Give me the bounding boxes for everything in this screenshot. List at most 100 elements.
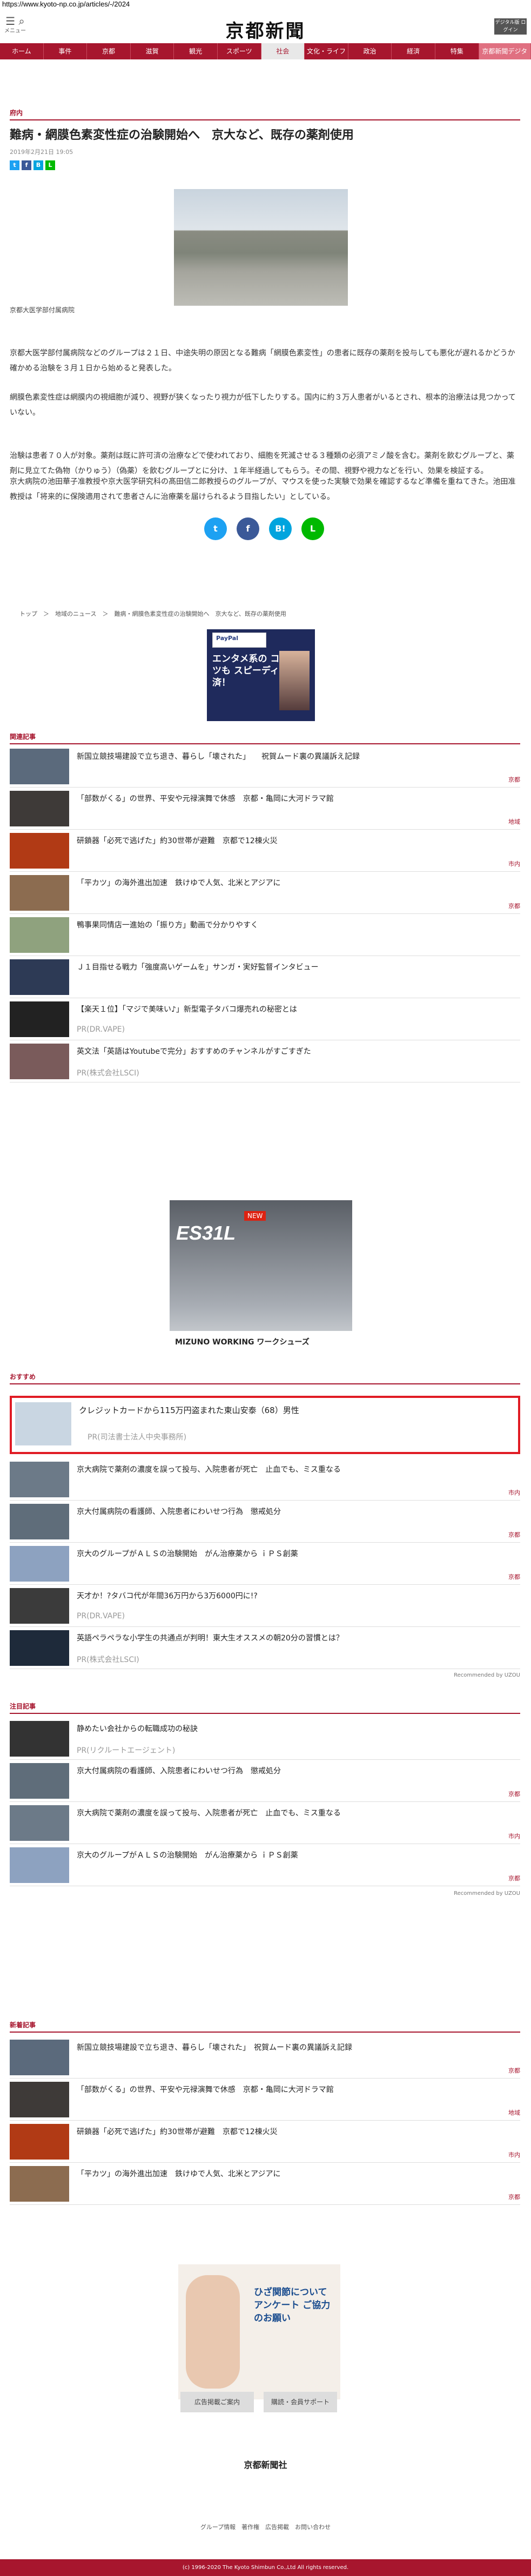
list-item[interactable]: 静めたい会社からの転職成功の秘訣 PR(リクルートエージェント) [10,1718,520,1760]
item-title[interactable]: 天才か！?タバコ代が年間36万円から3万6000円に!? [77,1590,258,1601]
footer-links[interactable]: グループ情報 著作権 広告掲載 お問い合わせ [0,2523,531,2531]
list-item[interactable]: 「部数がくる」の世界、平安や元禄演舞で休感 京都・亀岡に大河ドラマ館地域 [10,788,520,830]
list-item[interactable]: 京大のグループがＡＬＳの治験開始 がん治療薬から ｉＰＳ創薬京都 [10,1844,520,1886]
nav-item[interactable]: 経済 [392,43,435,59]
item-title[interactable]: 京大病院で薬剤の濃度を誤って投与、入院患者が死亡 止血でも、ミス重なる [77,1464,341,1475]
nav-item-digital[interactable]: 京都新聞デジタル [479,43,531,71]
thumbnail [10,959,69,995]
item-title[interactable]: 新国立競技場建設で立ち退き、暮らし「壊された」 祝賀ムード裏の異議訴え記録 [77,2042,352,2053]
list-item[interactable]: 「平カツ」の海外進出加速 鉄けゆで人気、北米とアジアに京都 [10,872,520,914]
item-tag[interactable]: 地域 [508,817,520,826]
item-title[interactable]: クレジットカードから115万円盗まれた東山安泰（68）男性 [79,1404,299,1416]
list-item[interactable]: 英文法「英語はYoutubeで完分」おすすめのチャンネルがすごすぎた PR(株式会… [10,1040,520,1082]
item-title[interactable]: Ｊ１目指せる戦力「強度高いゲームを」サンガ・実好監督インタビュー [77,961,319,972]
item-title[interactable]: 新国立競技場建設で立ち退き、暮らし「壊された」 祝賀ムード裏の異議訴え記録 [77,751,360,762]
list-item[interactable]: 「平カツ」の海外進出加速 鉄けゆで人気、北米とアジアに京都 [10,2163,520,2205]
item-tag[interactable]: 京都 [508,1790,520,1798]
item-tag[interactable]: 京都 [508,1572,520,1581]
list-item[interactable]: 京大のグループがＡＬＳの治験開始 がん治療薬から ｉＰＳ創薬京都 [10,1543,520,1585]
highlighted-ad[interactable]: クレジットカードから115万円盗まれた東山安泰（68）男性 PR(司法書士法人中… [10,1396,520,1454]
breadcrumb[interactable]: トップ ＞ 地域のニュース ＞ 難病・網膜色素変性症の治験開始へ 京大など、既存… [19,609,286,618]
list-item[interactable]: 天才か！?タバコ代が年間36万円から3万6000円に!? PR(DR.VAPE) [10,1585,520,1627]
item-title[interactable]: 英文法「英語はYoutubeで完分」おすすめのチャンネルがすごすぎた [77,1046,311,1057]
line-icon[interactable]: L [301,517,324,540]
item-title[interactable]: 「部数がくる」の世界、平安や元禄演舞で休感 京都・亀岡に大河ドラマ館 [77,793,334,804]
list-item[interactable]: 鴨事果同情店一進始の「振り方」動画で分かりやすく [10,914,520,956]
line-icon[interactable]: L [45,160,55,170]
list-item[interactable]: 新国立競技場建設で立ち退き、暮らし「壊された」 祝賀ムード裏の異議訴え記録京都 [10,2036,520,2079]
item-title[interactable]: 京大病院で薬剤の濃度を誤って投与、入院患者が死亡 止血でも、ミス重なる [77,1807,341,1818]
item-title[interactable]: 鴨事果同情店一進始の「振り方」動画で分かりやすく [77,919,258,930]
list-item[interactable]: 英語ペラペラな小学生の共通点が判明！東大生オススメの朝20分の習慣とは？ PR(株… [10,1627,520,1669]
nav-item[interactable]: ホーム [0,43,44,59]
item-title[interactable]: 京大付属病院の看護師、入院患者にわいせつ行為 懲戒処分 [77,1506,281,1517]
list-item[interactable]: 京大付属病院の看護師、入院患者にわいせつ行為 懲戒処分京都 [10,1760,520,1802]
photo-caption: 京都大医学部付属病院 [10,306,75,314]
item-title[interactable]: 京大のグループがＡＬＳの治験開始 がん治療薬から ｉＰＳ創薬 [77,1849,298,1860]
ad-info-button[interactable]: 広告掲載ご案内 [180,2392,254,2412]
nav-item[interactable]: 事件 [44,43,88,59]
list-item[interactable]: 研鎖器「必死で逃げた」約30世帯が避難 京都で12棟火災市内 [10,2121,520,2163]
thumbnail [10,833,69,869]
item-title[interactable]: 研鎖器「必死で逃げた」約30世帯が避難 京都で12棟火災 [77,835,278,846]
article-paragraph: 網膜色素変性症は網膜内の視細胞が減り、視野が狭くなったり視力が低下したりする。国… [10,393,516,417]
pr-label: PR(リクルートエージェント) [77,1746,176,1755]
facebook-icon[interactable]: f [237,517,259,540]
pr-label: PR(司法書士法人中央事務所) [88,1433,187,1442]
nav-item-active[interactable]: 社会 [261,43,305,59]
nav-item[interactable]: スポーツ [218,43,261,59]
hatena-icon[interactable]: B [33,160,43,170]
list-item[interactable]: 研鎖器「必死で逃げた」約30世帯が避難 京都で12棟火災市内 [10,830,520,872]
ad-survey[interactable]: ひざ関節について アンケート ご協力のお願い [178,2264,340,2399]
item-tag[interactable]: 市内 [508,1488,520,1497]
list-item[interactable]: 京大付属病院の看護師、入院患者にわいせつ行為 懲戒処分京都 [10,1501,520,1543]
paypal-logo: PayPal [212,633,266,648]
support-button[interactable]: 購読・会員サポート [264,2392,337,2412]
item-tag[interactable]: 京都 [508,775,520,784]
item-title[interactable]: 「部数がくる」の世界、平安や元禄演舞で休感 京都・亀岡に大河ドラマ館 [77,2084,334,2095]
item-tag[interactable]: 京都 [508,2192,520,2201]
nav-item[interactable]: 滋賀 [131,43,174,59]
section-label[interactable]: 府内 [10,108,520,117]
nav-item[interactable]: 観光 [174,43,218,59]
ad-shoe[interactable]: NEW ES31L MIZUNO WORKING ワークシューズ [170,1200,352,1353]
menu-button[interactable]: ☰ ⌕ メニュー [4,16,26,34]
facebook-icon[interactable]: f [22,160,31,170]
list-item[interactable]: Ｊ１目指せる戦力「強度高いゲームを」サンガ・実好監督インタビュー [10,956,520,998]
nav-item[interactable]: 文化・ライフ [305,43,348,59]
site-logo[interactable]: 京都新聞 [216,16,315,42]
list-item[interactable]: 新国立競技場建設で立ち退き、暮らし「壊された」 祝賀ムード裏の異議訴え記録京都 [10,745,520,788]
item-title[interactable]: 京大のグループがＡＬＳの治験開始 がん治療薬から ｉＰＳ創薬 [77,1548,298,1559]
nav-item[interactable]: 京都 [87,43,131,59]
item-tag[interactable]: 京都 [508,902,520,910]
item-tag[interactable]: 市内 [508,2150,520,2159]
item-title[interactable]: 英語ペラペラな小学生の共通点が判明！東大生オススメの朝20分の習慣とは？ [77,1632,344,1643]
list-item[interactable]: 京大病院で薬剤の濃度を誤って投与、入院患者が死亡 止血でも、ミス重なる市内 [10,1458,520,1501]
twitter-icon[interactable]: t [10,160,19,170]
thumbnail [10,1630,69,1666]
item-tag[interactable]: 京都 [508,1874,520,1882]
uzou-credit[interactable]: Recommended by UZOU [454,1891,520,1896]
item-title[interactable]: 静めたい会社からの転職成功の秘訣 [77,1723,198,1734]
nav-item[interactable]: 政治 [348,43,392,59]
item-title[interactable]: 京大付属病院の看護師、入院患者にわいせつ行為 懲戒処分 [77,1765,281,1776]
nav-item[interactable]: 特集 [435,43,479,59]
twitter-icon[interactable]: t [204,517,227,540]
item-tag[interactable]: 京都 [508,1530,520,1539]
item-tag[interactable]: 地域 [508,2108,520,2117]
list-item[interactable]: 「部数がくる」の世界、平安や元禄演舞で休感 京都・亀岡に大河ドラマ館地域 [10,2079,520,2121]
uzou-credit[interactable]: Recommended by UZOU [454,1672,520,1678]
item-tag[interactable]: 市内 [508,859,520,868]
item-title[interactable]: 「平カツ」の海外進出加速 鉄けゆで人気、北米とアジアに [77,2168,280,2179]
item-title[interactable]: 【楽天１位】「マジで美味い♪」新型電子タバコ爆売れの秘密とは [77,1004,297,1014]
item-tag[interactable]: 市内 [508,1832,520,1840]
pr-label: PR(DR.VAPE) [77,1025,125,1034]
digital-login-button[interactable]: デジタル版 ログイン [494,18,527,35]
ad-paypal[interactable]: PayPal エンタメ系の コンテンツも スピーディー決済！ [207,629,315,721]
list-item[interactable]: 京大病院で薬剤の濃度を誤って投与、入院患者が死亡 止血でも、ミス重なる市内 [10,1802,520,1844]
item-title[interactable]: 研鎖器「必死で逃げた」約30世帯が避難 京都で12棟火災 [77,2126,278,2137]
hatena-icon[interactable]: B! [269,517,292,540]
list-item[interactable]: 【楽天１位】「マジで美味い♪」新型電子タバコ爆売れの秘密とは PR(DR.VAPE… [10,998,520,1040]
item-tag[interactable]: 京都 [508,2066,520,2075]
item-title[interactable]: 「平カツ」の海外進出加速 鉄けゆで人気、北米とアジアに [77,877,280,888]
